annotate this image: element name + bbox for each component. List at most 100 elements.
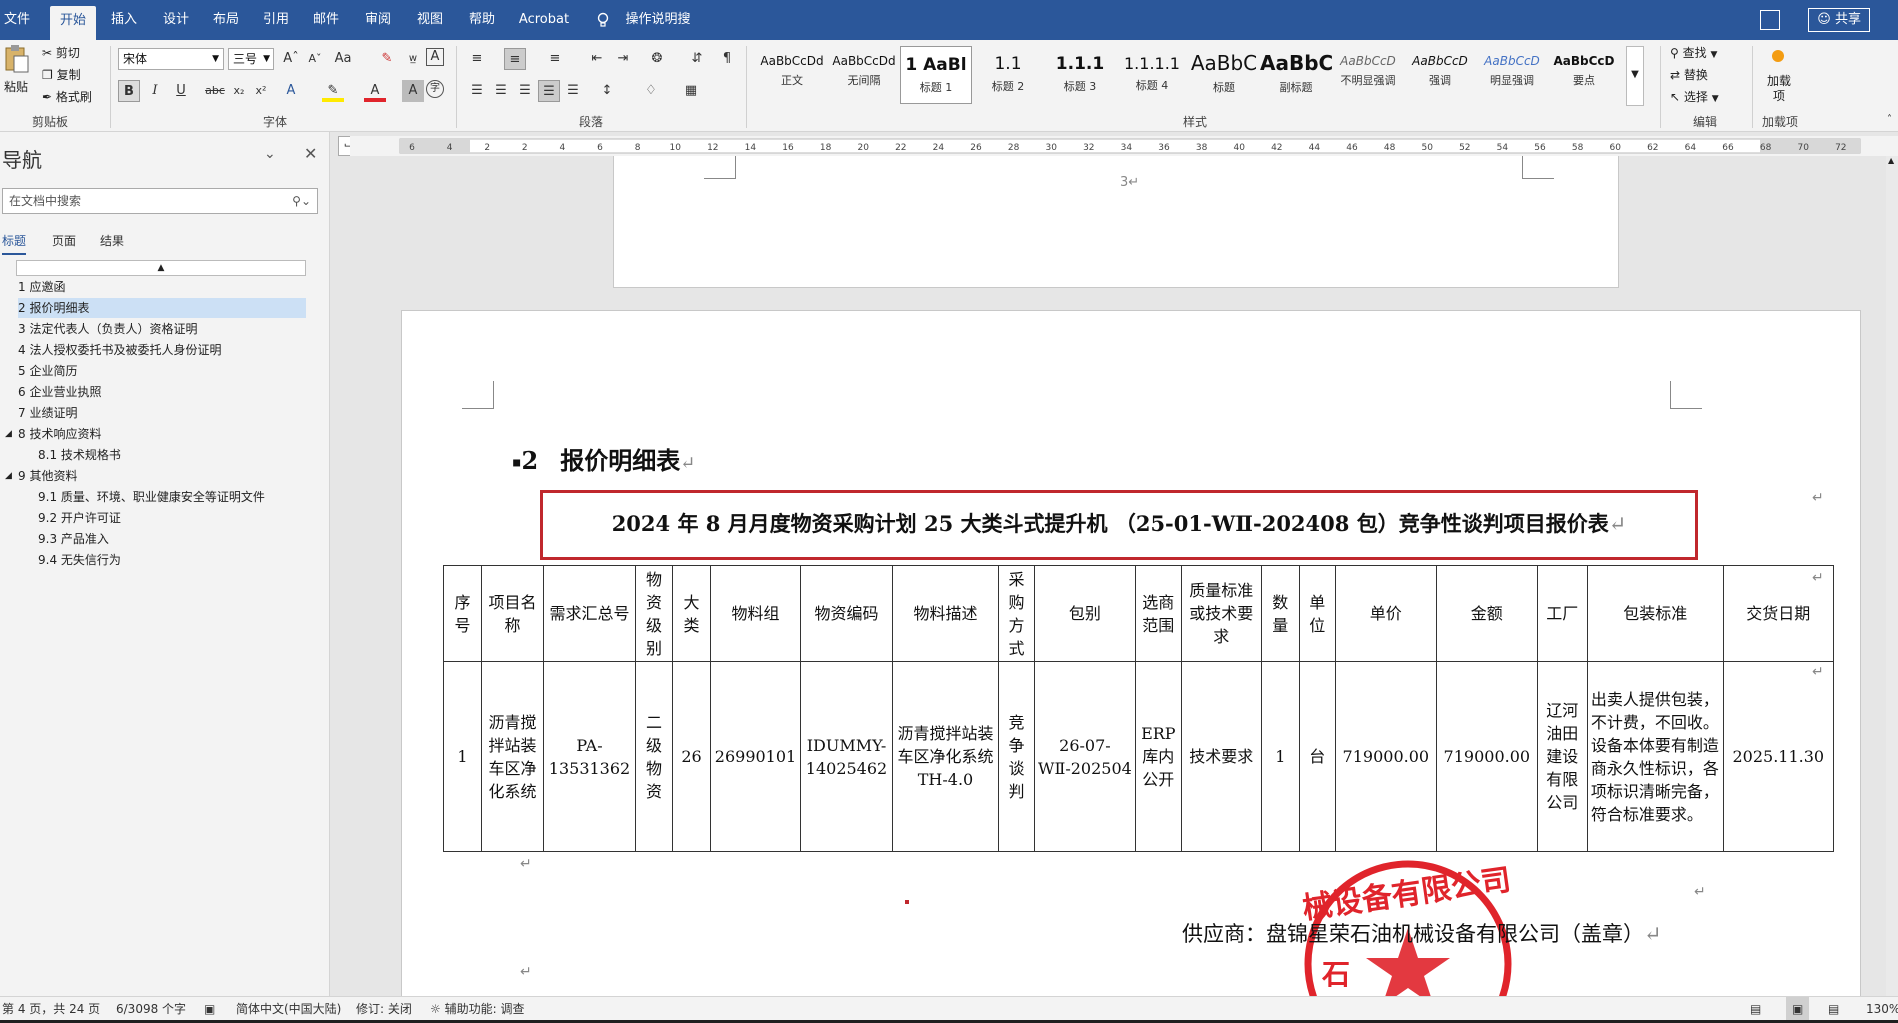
align-right-icon[interactable]: ☰	[514, 80, 536, 102]
nav-search-input[interactable]: 在文档中搜索 ⚲⌄	[2, 188, 318, 214]
addins-icon[interactable]	[1772, 50, 1784, 62]
italic-icon[interactable]: I	[144, 80, 166, 102]
nav-heading-9-1[interactable]: 9.1 质量、环境、职业健康安全等证明文件	[38, 487, 265, 507]
underline-icon[interactable]: U	[170, 80, 192, 102]
style-heading-3[interactable]: 1.1.1 标题 3	[1044, 46, 1116, 104]
select-button[interactable]: ↖ 选择 ▼	[1670, 88, 1719, 105]
nav-heading-2[interactable]: 2 报价明细表	[18, 298, 306, 318]
line-spacing-icon[interactable]: ↕	[596, 80, 618, 102]
collapse-triangle-icon[interactable]: ◢	[5, 466, 12, 486]
nav-heading-9-4[interactable]: 9.4 无失信行为	[38, 550, 121, 570]
tab-mailings[interactable]: 邮件	[308, 0, 344, 40]
format-painter-button[interactable]: ✒ 格式刷	[42, 88, 92, 105]
increase-indent-icon[interactable]: ⇥	[612, 48, 634, 70]
page-count[interactable]: 第 4 页，共 24 页	[2, 997, 100, 1021]
tab-help[interactable]: 帮助	[464, 0, 500, 40]
nav-heading-9[interactable]: 9 其他资料	[18, 466, 77, 486]
style-emphasis[interactable]: AaBbCcD 强调	[1404, 46, 1476, 104]
style-heading-4[interactable]: 1.1.1.1 标题 4	[1116, 46, 1188, 104]
style-subtle-emphasis[interactable]: AaBbCcD 不明显强调	[1332, 46, 1404, 104]
nav-heading-5[interactable]: 5 企业简历	[18, 361, 77, 381]
accessibility-status[interactable]: ☼ 辅助功能: 调查	[430, 997, 524, 1021]
style-heading-1[interactable]: 1 AaBl 标题 1	[900, 46, 972, 104]
share-button[interactable]: ☺ 共享	[1808, 8, 1870, 32]
web-layout-icon[interactable]: ▤	[1828, 997, 1839, 1021]
cut-button[interactable]: ✂ 剪切	[42, 44, 80, 61]
tab-acrobat[interactable]: Acrobat	[514, 0, 574, 40]
style-strong[interactable]: AaBbCcD 要点	[1548, 46, 1620, 104]
language-status[interactable]: 简体中文(中国大陆)	[236, 997, 341, 1021]
enclose-char-icon[interactable]: 字	[426, 80, 444, 98]
tell-me-search[interactable]: 操作说明搜索	[620, 0, 696, 67]
copy-button[interactable]: ❐ 复制	[42, 66, 81, 83]
bullets-icon[interactable]: ≡	[466, 48, 488, 70]
clear-format-icon[interactable]: ✎	[376, 48, 398, 70]
nav-heading-1[interactable]: 1 应邀函	[18, 277, 65, 297]
phonetic-guide-icon[interactable]: w̲	[402, 48, 424, 70]
style-heading-2[interactable]: 1.1 标题 2	[972, 46, 1044, 104]
nav-heading-3[interactable]: 3 法定代表人（负责人）资格证明	[18, 319, 197, 339]
collapse-ribbon-icon[interactable]: ˄	[1887, 114, 1892, 125]
find-button[interactable]: ⚲ 查找 ▼	[1670, 44, 1717, 61]
multilevel-list-icon[interactable]: ≡	[544, 48, 566, 70]
word-count[interactable]: 6/3098 个字	[116, 997, 186, 1021]
change-case-icon[interactable]: Aa	[332, 48, 354, 70]
show-marks-icon[interactable]: ¶	[716, 48, 738, 70]
tab-references[interactable]: 引用	[258, 0, 294, 40]
align-center-icon[interactable]: ☰	[490, 80, 512, 102]
nav-tab-headings[interactable]: 标题	[2, 232, 27, 255]
nav-heading-9-2[interactable]: 9.2 开户许可证	[38, 508, 121, 528]
decrease-indent-icon[interactable]: ⇤	[586, 48, 608, 70]
ribbon-display-icon[interactable]	[1760, 10, 1780, 30]
bold-icon[interactable]: B	[118, 80, 140, 102]
search-icon[interactable]: ⚲⌄	[292, 189, 311, 213]
nav-tab-pages[interactable]: 页面	[52, 232, 76, 249]
nav-heading-8[interactable]: 8 技术响应资料	[18, 424, 101, 444]
numbering-icon[interactable]: ≡	[504, 48, 526, 70]
highlight-icon[interactable]: ✎	[322, 80, 344, 102]
collapse-triangle-icon[interactable]: ◢	[5, 424, 12, 444]
superscript-icon[interactable]: x²	[250, 80, 272, 102]
grow-font-icon[interactable]: Aˆ	[280, 48, 302, 70]
tab-home[interactable]: 开始	[50, 6, 96, 40]
paste-icon[interactable]	[4, 44, 34, 78]
strikethrough-icon[interactable]: abc	[204, 80, 226, 102]
tab-design[interactable]: 设计	[158, 0, 194, 40]
vertical-scrollbar[interactable]: ▲	[1886, 156, 1898, 996]
paste-button[interactable]: 粘贴	[4, 78, 28, 95]
sort-icon[interactable]: ⇵	[686, 48, 708, 70]
styles-more-icon[interactable]: ▼	[1626, 46, 1644, 106]
tab-insert[interactable]: 插入	[106, 0, 142, 40]
borders-icon[interactable]: ▦	[680, 80, 702, 102]
text-effects-icon[interactable]: A	[280, 80, 302, 102]
style-subtitle[interactable]: AaBbC 副标题	[1260, 46, 1332, 104]
tab-review[interactable]: 审阅	[360, 0, 396, 40]
align-left-icon[interactable]: ☰	[466, 80, 488, 102]
style-no-spacing[interactable]: AaBbCcDd 无间隔	[828, 46, 900, 104]
font-color-icon[interactable]: A	[364, 80, 386, 102]
track-changes-status[interactable]: 修订: 关闭	[356, 997, 412, 1021]
horizontal-ruler[interactable]: 6 4 2 2 4 6 8 10 12 14 16 18 20 22 24 26 28 30 32 34 36 38 40 4…	[350, 136, 1898, 156]
tab-file[interactable]: 文件	[0, 0, 34, 40]
nav-tab-results[interactable]: 结果	[100, 232, 124, 249]
proofing-icon[interactable]: ▣	[204, 997, 215, 1021]
distributed-icon[interactable]: ☰	[562, 80, 584, 102]
print-layout-icon[interactable]: ▣	[1786, 997, 1810, 1021]
nav-heading-9-3[interactable]: 9.3 产品准入	[38, 529, 109, 549]
nav-heading-4[interactable]: 4 法人授权委托书及被委托人身份证明	[18, 340, 221, 360]
subscript-icon[interactable]: x₂	[228, 80, 250, 102]
style-title[interactable]: AaBbC 标题	[1188, 46, 1260, 104]
nav-scroll-up[interactable]: ▲	[16, 260, 306, 276]
tab-view[interactable]: 视图	[412, 0, 448, 40]
zoom-level[interactable]: 130%	[1866, 997, 1898, 1021]
read-mode-icon[interactable]: ▤	[1750, 997, 1761, 1021]
replace-button[interactable]: ⇄ 替换	[1670, 66, 1708, 83]
nav-heading-8-1[interactable]: 8.1 技术规格书	[38, 445, 121, 465]
scroll-up-icon[interactable]: ▲	[1888, 156, 1894, 165]
nav-options-icon[interactable]: ⌄	[264, 146, 276, 162]
char-border-icon[interactable]: A	[426, 48, 444, 66]
asian-layout-icon[interactable]: ❂	[646, 48, 668, 70]
tab-layout[interactable]: 布局	[208, 0, 244, 40]
addins-button[interactable]: 加载项	[1766, 74, 1792, 104]
style-intense-emphasis[interactable]: AaBbCcD 明显强调	[1476, 46, 1548, 104]
